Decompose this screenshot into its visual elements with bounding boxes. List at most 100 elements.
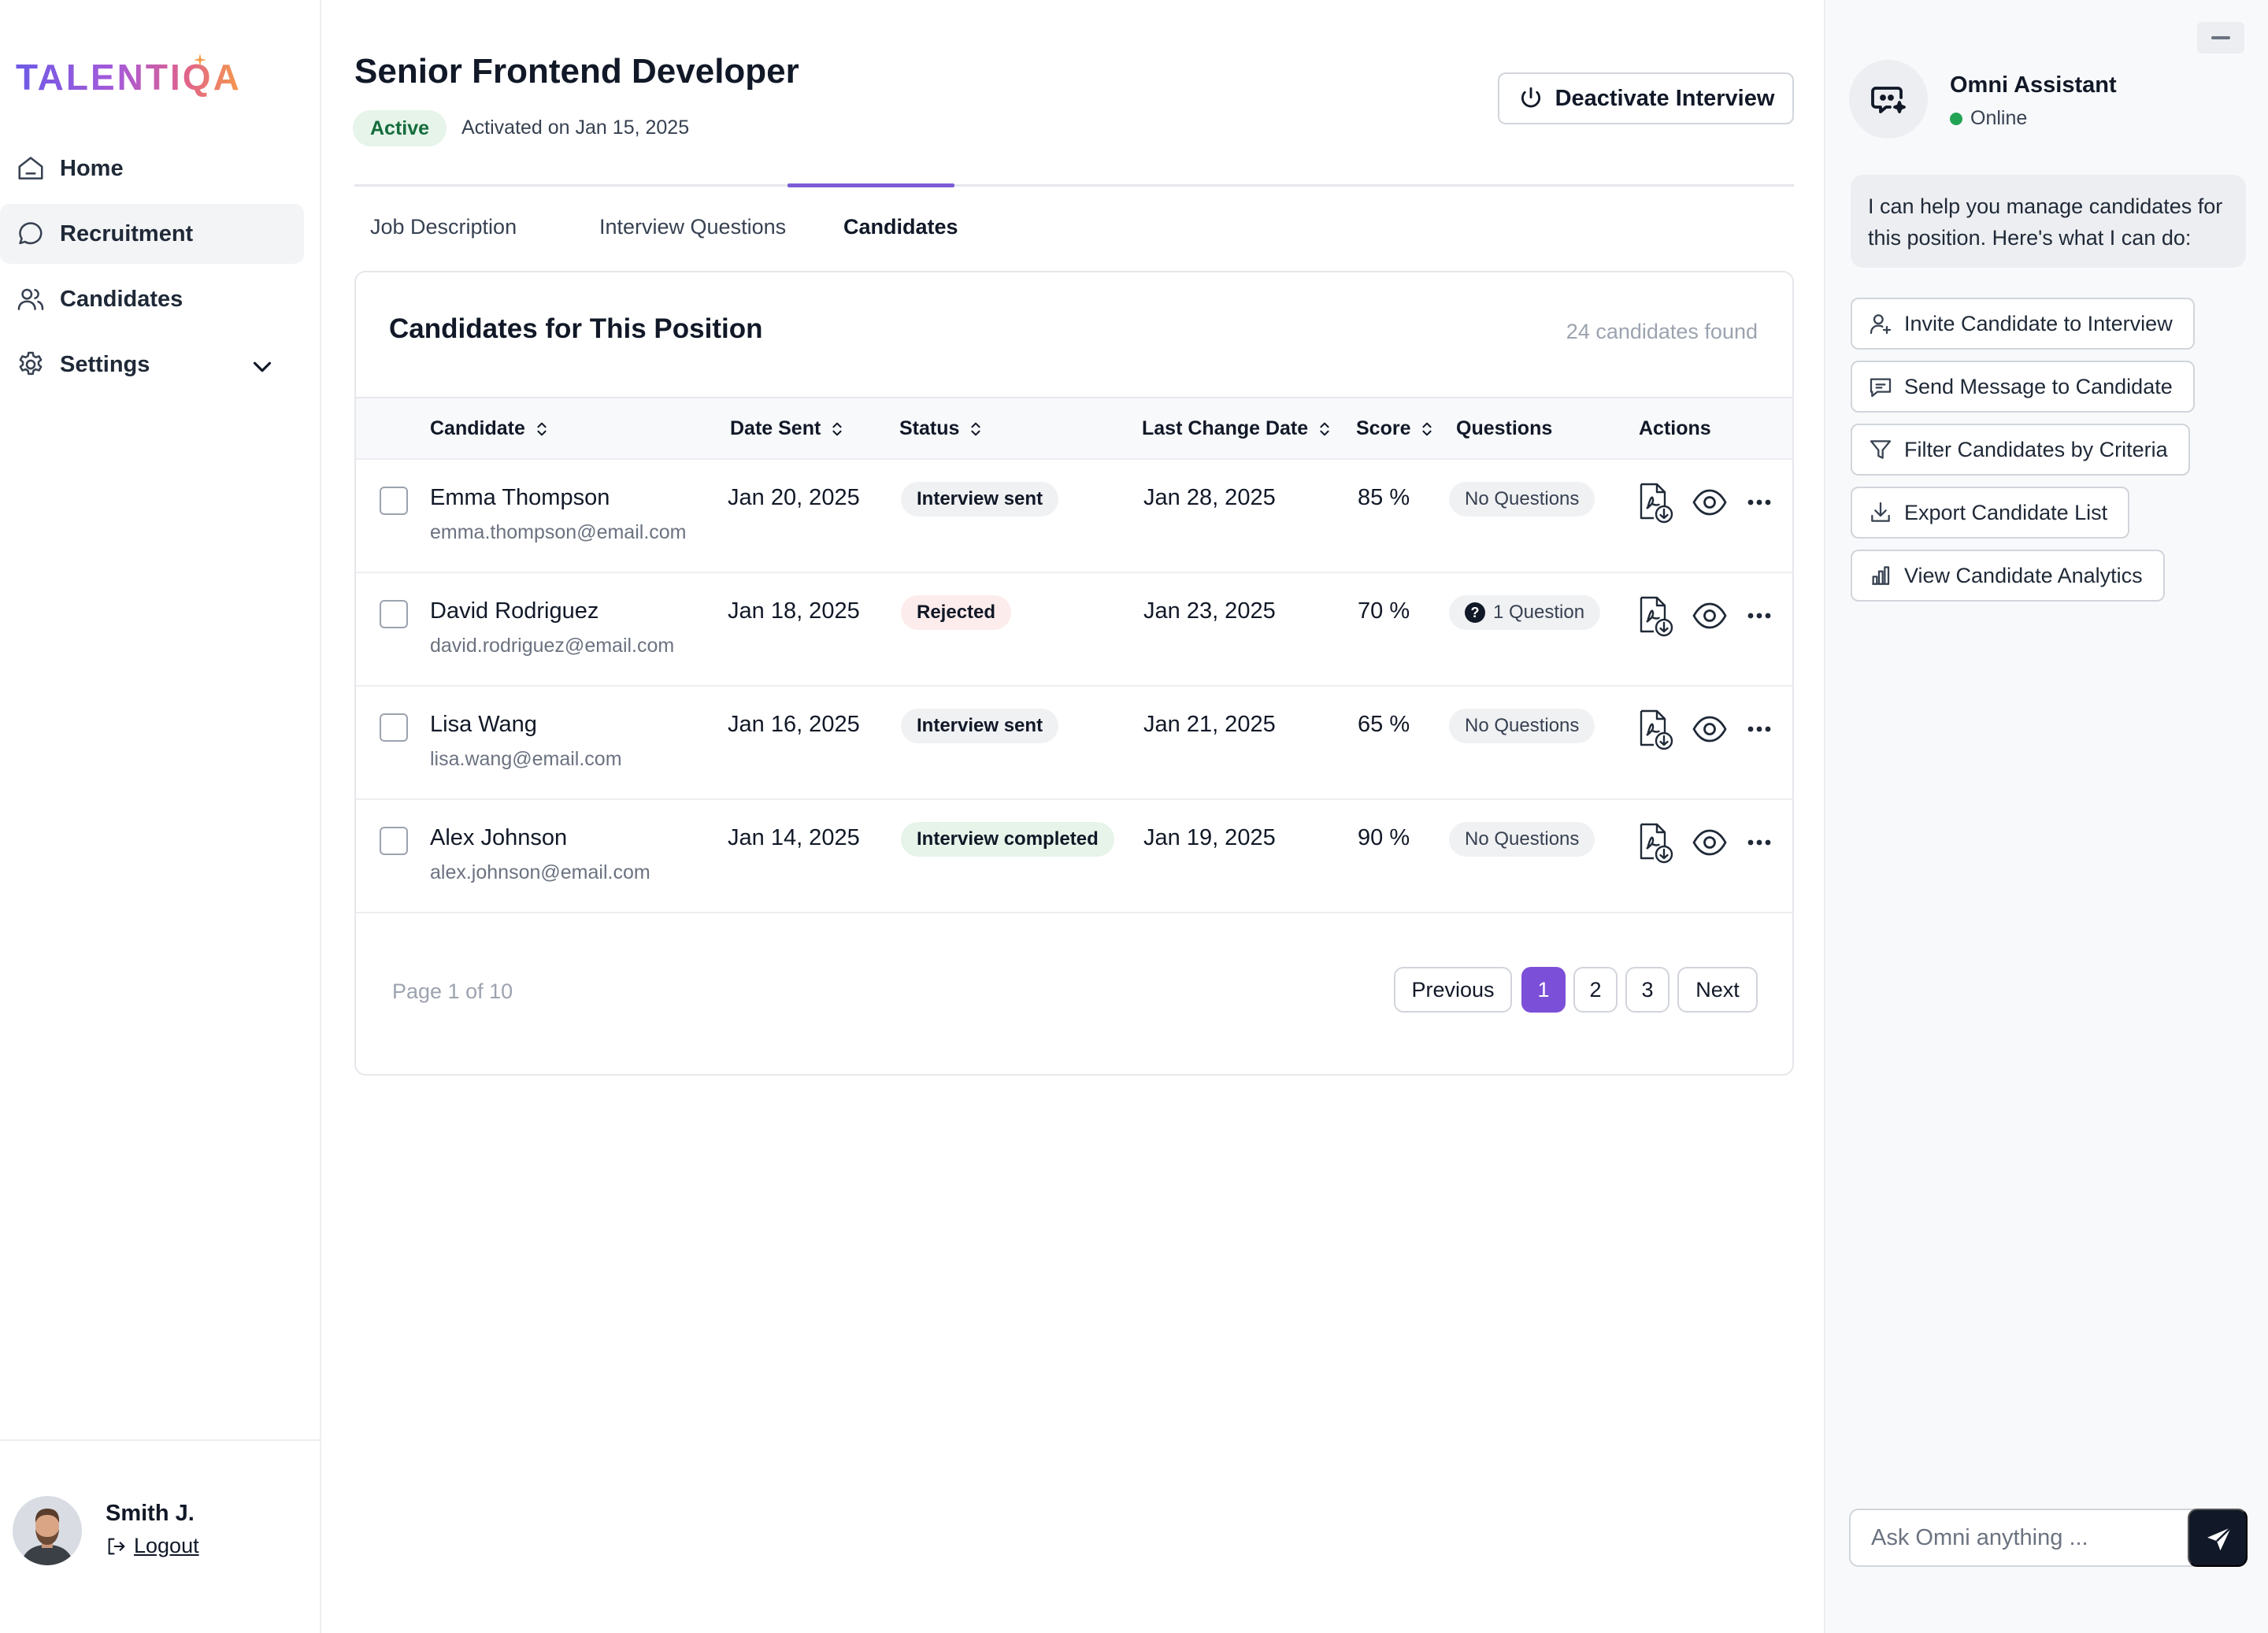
more-options-icon[interactable] [1745, 491, 1773, 513]
date-sent: Jan 20, 2025 [728, 485, 860, 510]
sort-icon [1320, 422, 1329, 435]
robot-chat-icon [1871, 87, 1906, 113]
minimize-icon [2211, 36, 2230, 39]
page-button-2[interactable]: 2 [1573, 967, 1618, 1013]
next-page-button[interactable]: Next [1677, 967, 1758, 1013]
row-checkbox[interactable] [380, 713, 408, 742]
deactivate-interview-button[interactable]: Deactivate Interview [1498, 72, 1794, 124]
questions-badge[interactable]: No Questions [1449, 482, 1595, 517]
download-pdf-icon[interactable] [1638, 482, 1674, 524]
column-header-score[interactable]: Score [1356, 417, 1436, 440]
quick-action-filter-candidates[interactable]: Filter Candidates by Criteria [1851, 424, 2190, 476]
candidate-name[interactable]: Lisa Wang [430, 712, 537, 738]
column-label: Candidate [430, 417, 525, 439]
home-icon [18, 157, 43, 180]
sort-icon [537, 422, 547, 435]
sidebar-item-candidates[interactable]: Candidates [0, 269, 304, 329]
page-title: Senior Frontend Developer [354, 52, 799, 91]
tab-candidates[interactable]: Candidates [843, 215, 958, 239]
send-icon [2207, 1527, 2232, 1551]
questions-badge[interactable]: No Questions [1449, 822, 1595, 857]
quick-action-export-list[interactable]: Export Candidate List [1851, 487, 2130, 539]
view-eye-icon[interactable] [1692, 600, 1728, 631]
view-eye-icon[interactable] [1692, 713, 1728, 745]
date-sent: Jan 16, 2025 [728, 712, 860, 737]
questions-label: No Questions [1465, 488, 1580, 509]
candidate-name[interactable]: David Rodriguez [430, 598, 598, 624]
download-pdf-icon[interactable] [1638, 822, 1674, 865]
minimize-button[interactable] [2197, 22, 2244, 54]
sidebar-item-recruitment[interactable]: Recruitment [0, 204, 304, 264]
send-button[interactable] [2188, 1509, 2248, 1567]
ask-omni-input[interactable] [1871, 1510, 2170, 1565]
candidate-name[interactable]: Emma Thompson [430, 485, 610, 511]
tab-interview-questions[interactable]: Interview Questions [599, 215, 786, 239]
candidate-email: lisa.wang@email.com [430, 748, 622, 770]
active-tab-indicator [788, 183, 954, 187]
sidebar-item-label: Recruitment [60, 220, 194, 246]
candidates-card: Candidates for This Position 24 candidat… [354, 271, 1794, 1076]
download-pdf-icon[interactable] [1638, 595, 1674, 638]
logout-label: Logout [134, 1534, 199, 1557]
brand-logo[interactable]: TALENTIQA [16, 52, 244, 102]
score: 90 % [1358, 825, 1410, 850]
table-row[interactable]: Lisa Wang lisa.wang@email.com Jan 16, 20… [356, 687, 1792, 800]
row-checkbox[interactable] [380, 827, 408, 855]
assistant-input-area [1849, 1509, 2248, 1567]
column-header-last-change-date[interactable]: Last Change Date [1142, 417, 1333, 440]
quick-action-send-message[interactable]: Send Message to Candidate [1851, 361, 2195, 413]
candidate-name[interactable]: Alex Johnson [430, 825, 567, 851]
deactivate-label: Deactivate Interview [1555, 85, 1775, 111]
date-sent: Jan 14, 2025 [728, 825, 860, 850]
message-icon [1870, 378, 1892, 398]
quick-action-invite-candidate[interactable]: Invite Candidate to Interview [1851, 298, 2195, 350]
status-badge: Rejected [901, 595, 1012, 630]
chevron-down-icon[interactable] [247, 352, 277, 382]
page-button-3[interactable]: 3 [1625, 967, 1670, 1013]
users-icon [17, 288, 44, 310]
sidebar-item-settings[interactable]: Settings [0, 335, 304, 394]
download-pdf-icon[interactable] [1638, 709, 1674, 751]
page-button-1[interactable]: 1 [1521, 967, 1566, 1013]
quick-action-view-analytics[interactable]: View Candidate Analytics [1851, 550, 2165, 602]
user-profile: Smith J. Logout [0, 1439, 321, 1633]
status-badge: Interview sent [901, 482, 1059, 517]
avatar[interactable] [13, 1496, 82, 1565]
more-options-icon[interactable] [1745, 831, 1773, 854]
row-checkbox[interactable] [380, 487, 408, 515]
column-header-actions: Actions [1639, 417, 1711, 440]
sidebar-item-label: Home [60, 155, 124, 181]
last-change-date: Jan 19, 2025 [1143, 825, 1276, 850]
table-row[interactable]: Emma Thompson emma.thompson@email.com Ja… [356, 460, 1792, 573]
more-options-icon[interactable] [1745, 605, 1773, 627]
column-header-status[interactable]: Status [899, 417, 984, 440]
quick-action-label: Invite Candidate to Interview [1904, 311, 2173, 335]
row-checkbox[interactable] [380, 600, 408, 628]
column-header-candidate[interactable]: Candidate [430, 417, 550, 440]
avatar-image [13, 1496, 82, 1565]
bar-chart-icon [1872, 566, 1890, 585]
view-eye-icon[interactable] [1692, 487, 1728, 518]
logout-icon [108, 1538, 125, 1554]
table-row[interactable]: Alex Johnson alex.johnson@email.com Jan … [356, 800, 1792, 913]
table-row[interactable]: David Rodriguez david.rodriguez@email.co… [356, 573, 1792, 687]
column-label: Score [1356, 417, 1411, 439]
questions-label: 1 Question [1493, 602, 1585, 623]
previous-page-button[interactable]: Previous [1394, 967, 1512, 1013]
column-header-date-sent[interactable]: Date Sent [730, 417, 846, 440]
more-options-icon[interactable] [1745, 718, 1773, 740]
questions-badge[interactable]: ? 1 Question [1449, 595, 1601, 630]
view-eye-icon[interactable] [1692, 827, 1728, 858]
quick-action-label: Filter Candidates by Criteria [1904, 437, 2168, 461]
candidate-email: david.rodriguez@email.com [430, 635, 675, 657]
score: 65 % [1358, 712, 1410, 737]
tab-job-description[interactable]: Job Description [370, 215, 517, 239]
sidebar-item-home[interactable]: Home [0, 139, 304, 198]
download-icon [1871, 502, 1890, 522]
assistant-panel: Omni Assistant Online I can help you man… [1824, 0, 2268, 1633]
last-change-date: Jan 21, 2025 [1143, 712, 1276, 737]
column-label: Questions [1456, 417, 1553, 439]
sort-icon [832, 422, 842, 435]
logout-link[interactable]: Logout [106, 1534, 199, 1558]
questions-badge[interactable]: No Questions [1449, 709, 1595, 743]
